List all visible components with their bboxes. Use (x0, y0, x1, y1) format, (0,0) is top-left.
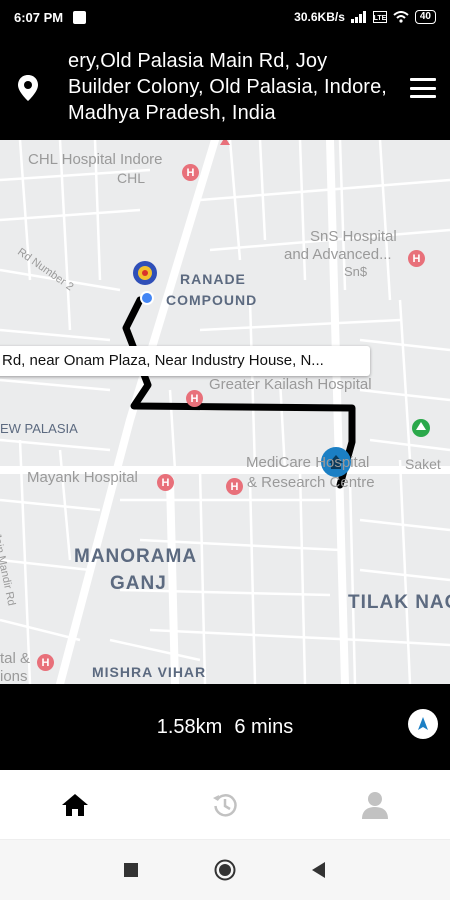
status-right: 30.6KB/s LTE 40 (294, 10, 436, 24)
home-system-button[interactable] (214, 859, 236, 881)
map-label: SnS Hospital (310, 228, 397, 245)
trip-summary-bar: 1.58km 6 mins (0, 684, 450, 770)
hospital-marker-icon[interactable]: H (408, 250, 425, 267)
pickup-callout[interactable]: Rd, near Onam Plaza, Near Industry House… (0, 346, 370, 376)
circle-icon (214, 859, 236, 881)
tab-history[interactable] (150, 770, 300, 839)
trip-distance: 1.58km (156, 715, 223, 738)
navigation-arrow-icon (418, 717, 428, 730)
history-icon (213, 793, 237, 817)
map-label: EW PALASIA (0, 421, 78, 436)
wifi-icon (393, 11, 409, 23)
map-label: COMPOUND (166, 292, 258, 308)
back-triangle-icon (312, 862, 325, 878)
navigation-button[interactable] (408, 709, 438, 739)
location-pin-icon[interactable] (16, 74, 40, 102)
recents-button[interactable] (124, 863, 138, 877)
map-label: CHL Hospital Indore (28, 151, 163, 168)
map-label: TILAK NAG (348, 592, 450, 613)
battery-indicator: 40 (414, 10, 436, 24)
signal-icon (350, 11, 366, 23)
hamburger-menu-icon[interactable] (410, 78, 436, 98)
map-label: tal & (0, 650, 31, 667)
hospital-marker-icon[interactable]: H (186, 390, 203, 407)
map-label: GANJ (110, 573, 167, 594)
address-header: ery,Old Palasia Main Rd, Joy Builder Col… (0, 34, 450, 140)
trip-duration: 6 mins (234, 715, 294, 738)
home-icon (62, 793, 88, 816)
origin-dot (140, 291, 154, 305)
hospital-marker-icon[interactable]: H (226, 478, 243, 495)
map-label: Greater Kailash Hospital (209, 376, 372, 393)
square-icon (124, 863, 138, 877)
current-address: ery,Old Palasia Main Rd, Joy Builder Col… (68, 50, 387, 124)
pickup-marker-icon (133, 261, 157, 285)
hospital-marker-icon[interactable]: H (37, 654, 54, 671)
tab-home[interactable] (0, 770, 150, 839)
map-label: CHL (117, 170, 146, 186)
status-time: 6:07 PM (14, 9, 64, 25)
network-speed: 30.6KB/s (294, 10, 345, 24)
hospital-marker-icon[interactable]: H (157, 474, 174, 491)
map-label: Sn$ (344, 264, 368, 279)
hospital-marker-icon[interactable]: H (182, 164, 199, 181)
profile-icon (362, 791, 388, 819)
map-label: RANADE (180, 271, 246, 287)
map-label: MISHRA VIHAR (92, 664, 207, 680)
map-label: Saket (405, 456, 441, 472)
map-label: & Research Centre (247, 474, 375, 491)
bottom-tab-bar (0, 770, 450, 840)
volte-icon: LTE (372, 11, 387, 23)
map-label: and Advanced... (284, 246, 392, 263)
back-button[interactable] (312, 862, 326, 878)
map-label: Mayank Hospital (27, 469, 138, 486)
notification-icon (73, 10, 87, 24)
svg-text:LTE: LTE (374, 15, 387, 22)
trip-info: 1.58km 6 mins (0, 684, 450, 770)
app-screen: 6:07 PM 30.6KB/s LTE 40 ery,Old Palasia … (0, 0, 450, 900)
system-navigation-bar (0, 840, 450, 900)
tab-profile[interactable] (300, 770, 450, 839)
map-label: MediCare Hospital (246, 454, 370, 471)
map-label: MANORAMA (74, 546, 198, 567)
map-view[interactable]: CHL Hospital Indore CHL H SnS Hospital a… (0, 140, 450, 684)
map-label: ions (0, 668, 28, 684)
map-marker-top (220, 140, 230, 145)
park-pin-icon (412, 419, 430, 437)
status-bar: 6:07 PM 30.6KB/s LTE 40 (0, 0, 450, 34)
